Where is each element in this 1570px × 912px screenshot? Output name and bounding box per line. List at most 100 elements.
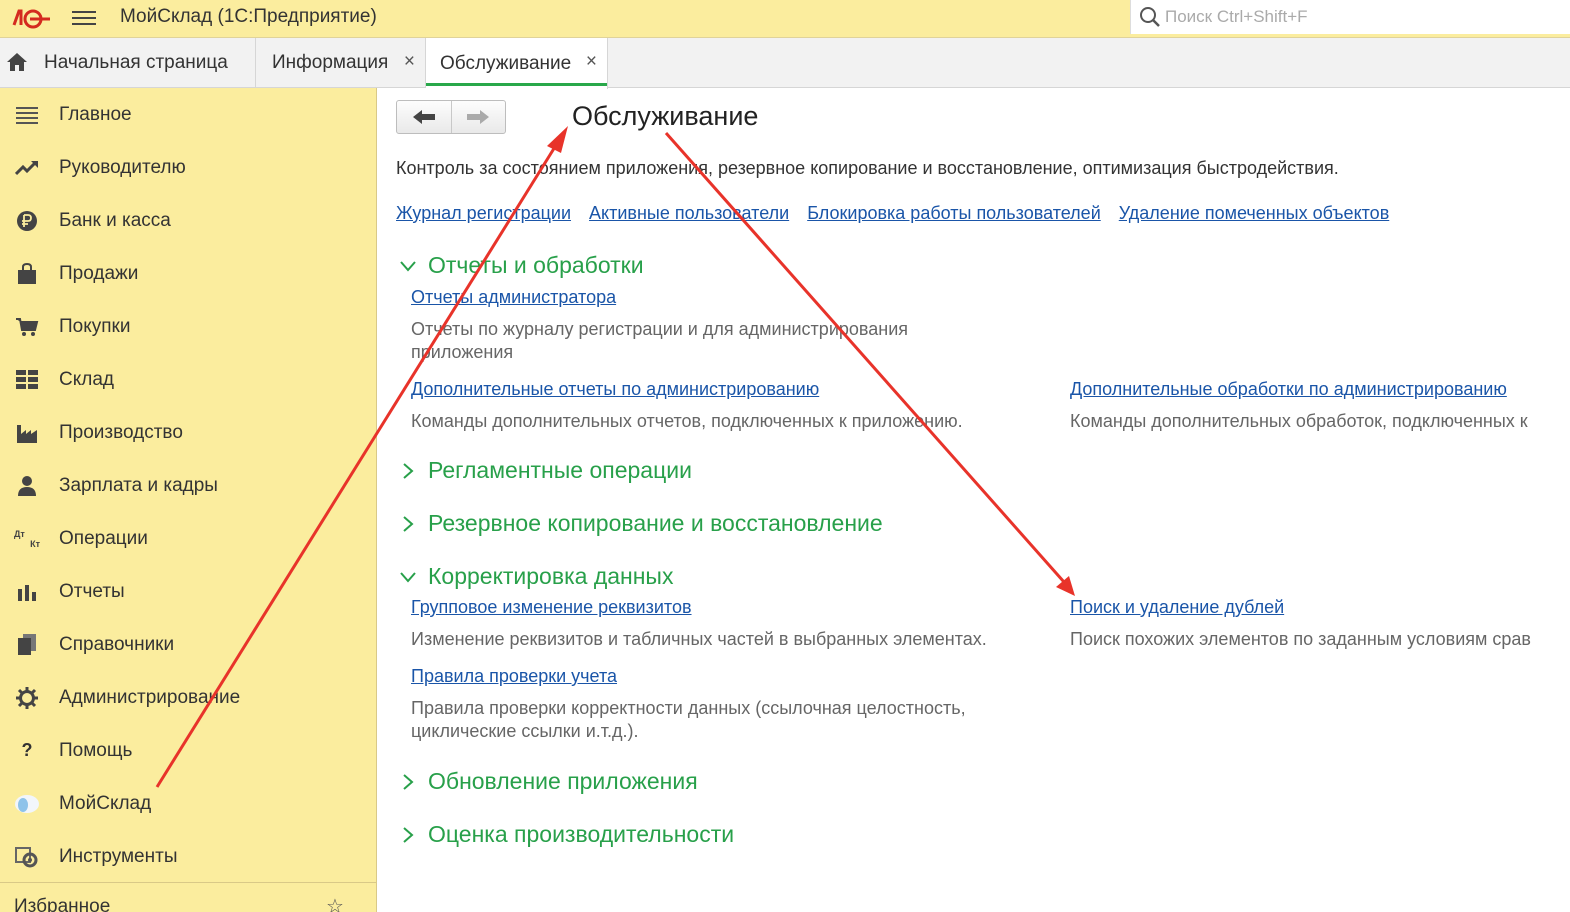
search-icon	[1140, 7, 1160, 27]
arrow-left-icon	[412, 110, 435, 124]
gear-icon	[14, 685, 40, 711]
tab-information[interactable]: Информация ×	[256, 38, 426, 88]
app-title: МойСклад (1С:Предприятие)	[120, 6, 377, 27]
rules-note-1: Правила проверки корректности данных (сс…	[411, 698, 966, 718]
tools-icon	[14, 844, 40, 870]
chevron-right-icon	[403, 462, 414, 479]
sidebar-item-label: Администрирование	[59, 686, 241, 708]
sidebar-item-label: Руководителю	[59, 156, 186, 178]
sidebar-item-label: Помощь	[59, 739, 133, 761]
tab-bar: Начальная страница Информация × Обслужив…	[0, 38, 1570, 89]
duplicates-link[interactable]: Поиск и удаление дублей	[1070, 597, 1284, 618]
search-input[interactable]	[1165, 4, 1545, 30]
chevron-right-icon	[403, 773, 414, 790]
chevron-down-icon	[400, 260, 416, 272]
page-title: Обслуживание	[572, 101, 759, 131]
chevron-right-icon	[403, 515, 414, 532]
favorites-label[interactable]: Избранное	[14, 896, 110, 912]
section-title: Оценка производительности	[428, 821, 735, 847]
sidebar-item-operations[interactable]: Дт Кт Операции	[0, 512, 376, 565]
sidebar-item-help[interactable]: ? Помощь	[0, 724, 376, 777]
arrow-right-icon	[467, 110, 490, 124]
sidebar-item-label: Инструменты	[59, 845, 178, 867]
close-icon[interactable]: ×	[586, 51, 597, 73]
sidebar-divider	[0, 882, 376, 883]
rules-link[interactable]: Правила проверки учета	[411, 666, 617, 687]
section-routine[interactable]: Регламентные операции	[398, 457, 692, 484]
sidebar-item-reports[interactable]: Отчеты	[0, 565, 376, 618]
menu-lines-icon	[14, 102, 40, 128]
extra-reports-note: Команды дополнительных отчетов, подключе…	[411, 411, 963, 431]
person-icon	[14, 473, 40, 499]
delete-marked-link[interactable]: Удаление помеченных объектов	[1119, 203, 1390, 223]
duplicates-note: Поиск похожих элементов по заданным усло…	[1070, 629, 1531, 649]
sidebar-item-label: Производство	[59, 421, 183, 443]
global-search[interactable]	[1130, 0, 1570, 34]
sidebar-item-label: Продажи	[59, 262, 139, 284]
section-performance[interactable]: Оценка производительности	[398, 821, 734, 848]
page-description: Контроль за состоянием приложения, резер…	[396, 158, 1339, 178]
sidebar-item-label: Операции	[59, 527, 148, 549]
sidebar-item-tools[interactable]: Инструменты	[0, 830, 376, 883]
section-title: Резервное копирование и восстановление	[428, 510, 883, 536]
sidebar-item-manager[interactable]: Руководителю	[0, 141, 376, 194]
section-correction[interactable]: Корректировка данных	[398, 563, 673, 590]
moysklad-icon	[14, 791, 40, 817]
admin-reports-link[interactable]: Отчеты администратора	[411, 287, 616, 308]
chevron-right-icon	[403, 826, 414, 843]
sidebar-item-sales[interactable]: Продажи	[0, 247, 376, 300]
sidebar-item-label: Зарплата и кадры	[59, 474, 218, 496]
sidebar-item-production[interactable]: Производство	[0, 406, 376, 459]
sidebar-item-directories[interactable]: Справочники	[0, 618, 376, 671]
warehouse-icon	[14, 367, 40, 393]
sidebar-item-label: МойСклад	[59, 792, 152, 814]
trend-icon	[14, 155, 40, 181]
sidebar-item-purchases[interactable]: Покупки	[0, 300, 376, 353]
sidebar-item-label: Справочники	[59, 633, 175, 655]
title-bar: МойСклад (1С:Предприятие)	[0, 0, 1570, 38]
forward-button[interactable]	[450, 101, 505, 133]
home-icon	[7, 53, 27, 71]
close-icon[interactable]: ×	[404, 51, 415, 73]
admin-reports-note-2: приложения	[411, 342, 514, 362]
star-icon[interactable]: ☆	[326, 894, 344, 912]
event-log-link[interactable]: Журнал регистрации	[396, 203, 571, 223]
quick-links: Журнал регистрации Активные пользователи…	[396, 203, 1402, 224]
factory-icon	[14, 420, 40, 446]
rules-note-2: циклические ссылки и.т.д.).	[411, 721, 639, 741]
history-nav	[396, 100, 506, 134]
sidebar-item-label: Покупки	[59, 315, 131, 337]
dt-kt-icon: Дт Кт	[14, 526, 40, 552]
kt-label: Кт	[30, 538, 40, 549]
tab-home[interactable]: Начальная страница	[0, 38, 256, 88]
cart-icon	[14, 314, 40, 340]
section-update[interactable]: Обновление приложения	[398, 768, 698, 795]
sidebar-item-administration[interactable]: Администрирование	[0, 671, 376, 724]
back-button[interactable]	[397, 101, 451, 133]
sidebar-item-salary[interactable]: Зарплата и кадры	[0, 459, 376, 512]
extra-reports-link[interactable]: Дополнительные отчеты по администрирован…	[411, 379, 819, 400]
section-backup[interactable]: Резервное копирование и восстановление	[398, 510, 883, 537]
section-title: Обновление приложения	[428, 768, 698, 794]
chevron-down-icon	[400, 571, 416, 583]
annotation-arrowhead-2	[1056, 576, 1075, 596]
active-users-link[interactable]: Активные пользователи	[589, 203, 789, 223]
sidebar-item-label: Банк и касса	[59, 209, 171, 231]
sidebar-item-warehouse[interactable]: Склад	[0, 353, 376, 406]
section-title: Корректировка данных	[428, 563, 674, 589]
sidebar-item-main[interactable]: Главное	[0, 88, 376, 141]
sidebar-item-bank[interactable]: Банк и касса	[0, 194, 376, 247]
sidebar-item-label: Отчеты	[59, 580, 125, 602]
sidebar-item-moysklad[interactable]: МойСклад	[0, 777, 376, 830]
1c-logo-icon[interactable]	[10, 5, 50, 31]
section-title: Отчеты и обработки	[428, 252, 644, 278]
tab-label: Обслуживание	[440, 52, 572, 74]
lock-users-link[interactable]: Блокировка работы пользователей	[807, 203, 1101, 223]
tab-label: Начальная страница	[44, 52, 228, 73]
extra-processing-link[interactable]: Дополнительные обработки по администриро…	[1070, 379, 1507, 400]
question-icon: ?	[21, 740, 33, 760]
group-change-link[interactable]: Групповое изменение реквизитов	[411, 597, 692, 618]
tab-maintenance[interactable]: Обслуживание ×	[426, 38, 608, 89]
main-menu-icon[interactable]	[72, 8, 96, 28]
section-reports[interactable]: Отчеты и обработки	[398, 252, 644, 279]
